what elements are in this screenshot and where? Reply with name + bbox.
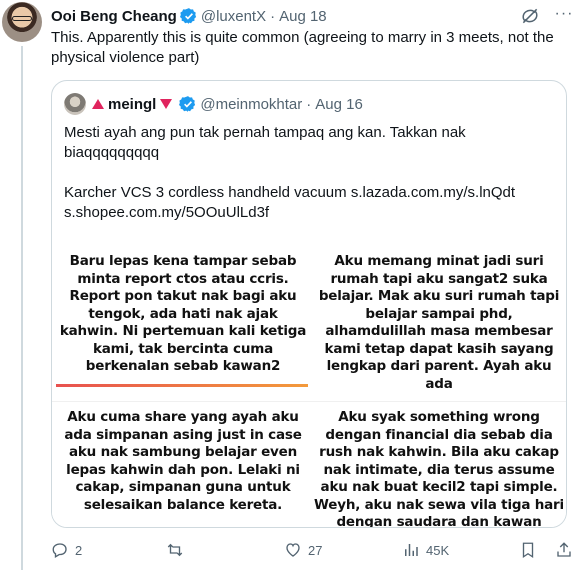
repost-button[interactable] <box>166 540 190 560</box>
author-handle[interactable]: @luxentX <box>201 8 266 25</box>
reply-button[interactable]: 2 <box>51 540 82 560</box>
quoted-post[interactable]: meingl @meinmokhtar · Aug 16 Mesti ayah … <box>51 80 567 528</box>
image-progress-bar <box>56 384 308 387</box>
post-header: Ooi Beng Cheang @luxentX · Aug 18 <box>51 6 327 26</box>
quoted-text-line: Karcher VCS 3 cordless handheld vacuum s… <box>64 184 516 201</box>
triangle-down-icon <box>160 99 173 109</box>
verified-badge-icon <box>179 8 196 24</box>
like-icon <box>286 543 300 557</box>
quoted-text: Mesti ayah ang pun tak pernah tampaq ang… <box>64 123 554 223</box>
quoted-text-line: Mesti ayah ang pun tak pernah tampaq ang… <box>64 124 466 161</box>
quoted-text-line: s.shopee.com.my/5OOuUlLd3f <box>64 204 270 221</box>
like-button[interactable]: 27 <box>284 540 322 560</box>
quoted-date[interactable]: Aug 16 <box>315 96 363 113</box>
post-text: This. Apparently this is quite common (a… <box>51 29 554 66</box>
share-button[interactable] <box>555 540 573 560</box>
quoted-header: meingl @meinmokhtar · Aug 16 <box>92 93 363 115</box>
reply-icon <box>52 543 67 558</box>
action-bar: 2 27 45K <box>51 540 577 560</box>
bookmark-button[interactable] <box>519 540 537 560</box>
views-icon <box>405 544 418 556</box>
image-panel-text: Aku syak something wrong dengan financia… <box>314 409 564 528</box>
image-divider <box>52 401 566 402</box>
author-name[interactable]: Ooi Beng Cheang <box>51 8 177 25</box>
thread-line <box>21 46 23 570</box>
separator-dot: · <box>270 7 276 25</box>
reply-count: 2 <box>75 542 83 558</box>
separator-dot: · <box>306 95 312 113</box>
image-panel-text: Aku cuma share yang ayah aku ada simpana… <box>64 409 302 513</box>
quoted-handle[interactable]: @meinmokhtar <box>200 96 302 113</box>
quoted-image[interactable]: Baru lepas kena tampar sebab minta repor… <box>52 241 566 528</box>
quoted-avatar[interactable] <box>64 93 86 115</box>
quoted-author-name[interactable]: meingl <box>108 96 156 113</box>
image-panel-text: Baru lepas kena tampar sebab minta repor… <box>59 253 307 374</box>
share-icon <box>557 542 571 557</box>
post-date[interactable]: Aug 18 <box>279 8 327 25</box>
grok-icon[interactable] <box>520 6 540 26</box>
bookmark-icon <box>522 542 534 559</box>
more-icon[interactable]: ··· <box>552 4 576 24</box>
views-button[interactable]: 45K <box>402 540 449 560</box>
verified-badge-icon <box>179 96 196 112</box>
triangle-up-icon <box>92 99 104 109</box>
author-avatar[interactable] <box>2 2 42 42</box>
repost-icon <box>167 543 183 557</box>
like-count: 27 <box>308 542 323 558</box>
image-panel-text: Aku memang minat jadi suri rumah tapi ak… <box>318 253 560 392</box>
views-count: 45K <box>426 542 450 558</box>
